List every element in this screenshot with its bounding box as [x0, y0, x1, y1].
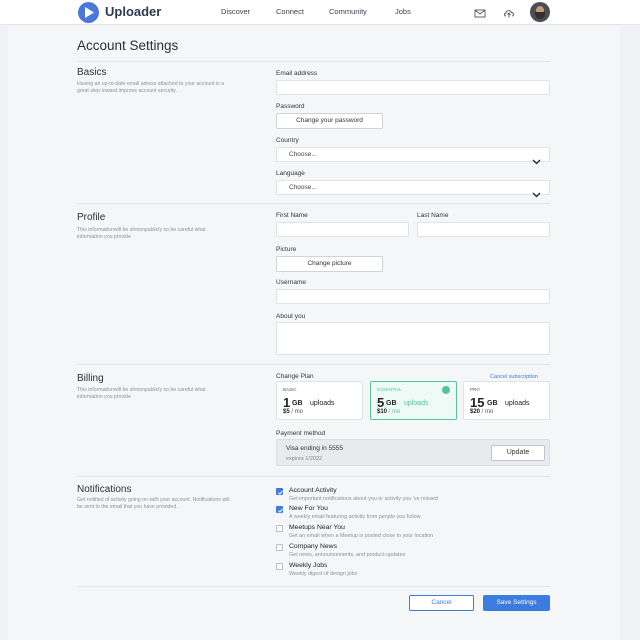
plan-unit: GB — [292, 400, 303, 407]
section-divider — [77, 586, 550, 587]
language-label: Language — [276, 170, 305, 177]
profile-description: This informationwill be shownpublicly so… — [77, 227, 206, 240]
notification-description: Get an email when a Meetup is posted clo… — [289, 533, 434, 539]
notification-description: A weekly email featuring activity from p… — [289, 514, 421, 520]
notification-description: Weekly digest of design jobs — [289, 571, 358, 577]
payment-method-box: Visa ending in 5555 expires 1/2022 Updat… — [276, 439, 550, 466]
language-select[interactable]: Choose... — [276, 180, 550, 198]
plan-tag: PRO — [470, 387, 480, 392]
notification-title: Company News — [289, 543, 337, 550]
notification-description: Get important notifications about you or… — [289, 496, 439, 502]
country-value: Choose... — [289, 151, 317, 158]
change-plan-label: Change Plan — [276, 373, 314, 380]
username-field[interactable] — [276, 289, 550, 304]
email-field[interactable] — [276, 80, 550, 95]
change-password-button[interactable]: Change your password — [276, 113, 383, 129]
profile-title: Profile — [77, 212, 106, 223]
save-settings-button[interactable]: Save Settings — [483, 595, 550, 611]
plan-price: $5 / mo — [283, 409, 304, 415]
page-title: Account Settings — [77, 38, 179, 53]
brand-name[interactable]: Uploader — [105, 4, 161, 19]
notification-title: Weekly Jobs — [289, 562, 328, 569]
username-label: Username — [276, 279, 306, 286]
section-divider — [77, 203, 550, 204]
basics-title: Basics — [77, 67, 107, 78]
chevron-down-icon — [532, 185, 541, 203]
section-divider — [77, 476, 550, 477]
about-label: About you — [276, 313, 306, 320]
payment-method-label: Payment method — [276, 430, 326, 437]
billing-description: This informationwill be shownpublicly so… — [77, 387, 206, 400]
plan-card-basic[interactable]: BASIC 1 GB uploads $5 / mo — [276, 381, 363, 420]
notification-description: Get news, announcements, and product upd… — [289, 552, 406, 558]
checkbox-unchecked[interactable] — [276, 544, 283, 551]
country-label: Country — [276, 137, 299, 144]
notification-title: Account Activity — [289, 487, 337, 494]
plan-size: 15 — [470, 395, 485, 410]
basics-description: Having an up-to-date email adress attach… — [77, 81, 225, 94]
cloud-upload-icon[interactable] — [503, 6, 515, 18]
plan-unit: GB — [386, 400, 397, 407]
nav-jobs[interactable]: Jobs — [395, 7, 411, 16]
notification-title: New For You — [289, 505, 328, 512]
email-label: Email address — [276, 70, 318, 77]
country-select[interactable]: Choose... — [276, 147, 550, 165]
change-picture-button[interactable]: Change picture — [276, 256, 383, 272]
uploader-logo-icon[interactable] — [78, 2, 99, 23]
plan-uploads: uploads — [310, 400, 335, 407]
last-name-label: Last Name — [417, 212, 449, 219]
card-expiry: expires 1/2022 — [286, 456, 323, 462]
about-textarea[interactable] — [276, 322, 550, 355]
picture-label: Picture — [276, 246, 297, 253]
plan-size: 1 — [283, 395, 291, 410]
plan-tag: ESSENTIAL — [377, 387, 402, 392]
notifications-description: Get notified of activity going on with y… — [77, 497, 230, 510]
plan-card-pro[interactable]: PRO 15 GB uploads $20 / mo — [463, 381, 550, 420]
cancel-button[interactable]: Cancel — [409, 595, 474, 611]
plan-price: $10 / mo — [377, 409, 401, 415]
first-name-field[interactable] — [276, 222, 409, 237]
plan-tag: BASIC — [283, 387, 297, 392]
plan-price: $20 / mo — [470, 409, 494, 415]
user-avatar[interactable] — [530, 2, 550, 22]
chevron-down-icon — [532, 152, 541, 170]
plan-uploads: uploads — [404, 400, 429, 407]
notification-title: Meetups Near You — [289, 524, 345, 531]
card-info: Visa ending in 5555 — [286, 445, 343, 452]
plan-card-essential[interactable]: ESSENTIAL 5 GB uploads $10 / mo — [370, 381, 457, 420]
nav-connect[interactable]: Connect — [276, 7, 304, 16]
checkbox-unchecked[interactable] — [276, 525, 283, 532]
section-divider — [77, 364, 550, 365]
checkbox-checked[interactable] — [276, 488, 283, 495]
plan-unit: GB — [487, 400, 498, 407]
last-name-field[interactable] — [417, 222, 550, 237]
title-divider — [77, 61, 550, 62]
mail-icon[interactable] — [474, 6, 486, 18]
check-circle-icon — [442, 386, 450, 398]
cancel-subscription-link[interactable]: Cancel subscription — [490, 374, 538, 380]
checkbox-unchecked[interactable] — [276, 563, 283, 570]
update-payment-button[interactable]: Update — [491, 445, 545, 461]
checkbox-checked[interactable] — [276, 506, 283, 513]
plan-uploads: uploads — [505, 400, 530, 407]
billing-title: Billing — [77, 373, 104, 384]
notifications-title: Notifications — [77, 484, 132, 495]
plan-size: 5 — [377, 395, 385, 410]
nav-community[interactable]: Community — [329, 7, 367, 16]
top-navbar: Uploader Discover Connect Community Jobs — [0, 0, 640, 25]
nav-discover[interactable]: Discover — [221, 7, 250, 16]
first-name-label: First Name — [276, 212, 308, 219]
password-label: Password — [276, 103, 305, 110]
language-value: Choose... — [289, 184, 317, 191]
